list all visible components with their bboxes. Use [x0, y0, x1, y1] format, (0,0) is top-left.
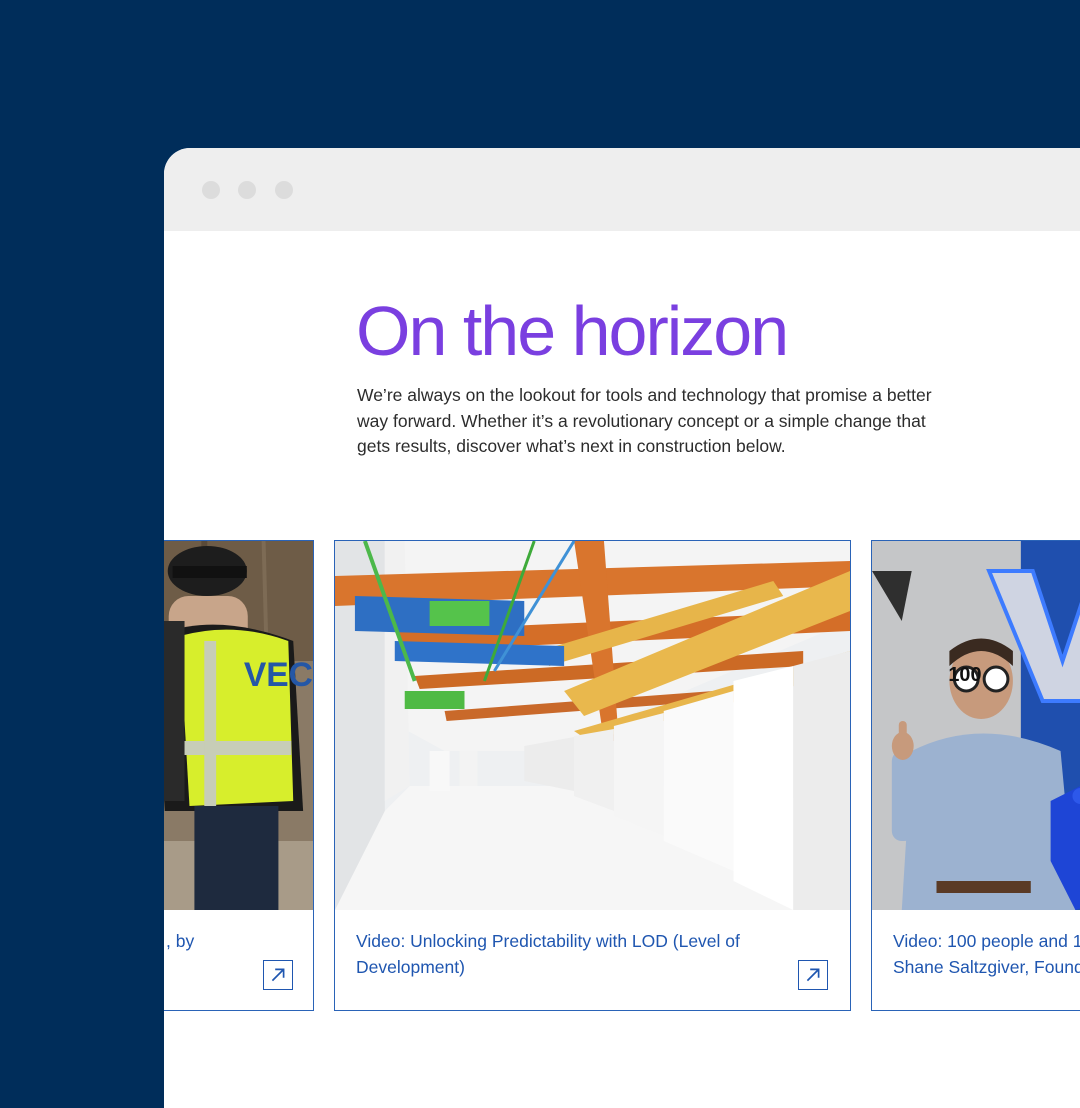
card-title: Video: Unlocking Predictability with LOD…	[356, 931, 740, 977]
window-dot-icon	[275, 181, 293, 199]
construction-worker-image: VEC	[164, 541, 313, 910]
glasses-text: 100	[948, 664, 981, 686]
vest-logo-text: VEC	[244, 656, 313, 694]
window-dot-icon	[238, 181, 256, 199]
window-dot-icon	[202, 181, 220, 199]
page-content: On the horizon We’re always on the looko…	[164, 231, 1080, 1108]
person-celebration-image: 100	[872, 541, 1080, 910]
card-title: , by	[166, 931, 195, 951]
page-title: On the horizon	[356, 292, 789, 370]
article-card[interactable]: Video: Unlocking Predictability with LOD…	[334, 540, 851, 1011]
external-arrow-icon[interactable]	[798, 960, 828, 990]
external-arrow-icon[interactable]	[263, 960, 293, 990]
intro-text: We’re always on the lookout for tools an…	[357, 385, 932, 456]
article-card[interactable]: VEC , by	[164, 540, 314, 1011]
article-card[interactable]: 100 Video: 100 people and 1 Shane Saltzgi…	[871, 540, 1080, 1011]
browser-window: On the horizon We’re always on the looko…	[164, 148, 1080, 1108]
browser-chrome	[164, 148, 1080, 231]
bim-ceiling-image	[335, 541, 850, 910]
card-title: Video: 100 people and 1 Shane Saltzgiver,…	[893, 931, 1080, 977]
